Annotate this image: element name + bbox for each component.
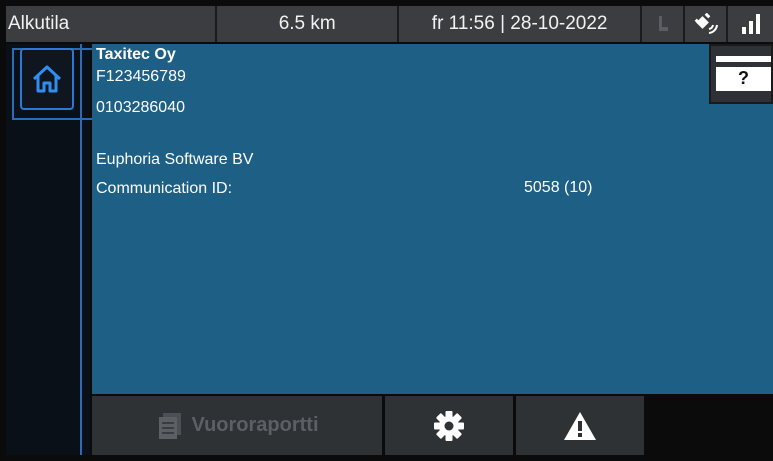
communication-label: Communication ID: bbox=[96, 180, 233, 197]
business-id: F123456789 bbox=[96, 68, 186, 85]
payment-card-icon: ? bbox=[716, 56, 771, 91]
home-button[interactable] bbox=[20, 48, 74, 110]
distance-readout: 6.5 km bbox=[217, 6, 399, 42]
seat-icon bbox=[642, 6, 686, 42]
settings-button[interactable] bbox=[385, 396, 516, 455]
screen: Alkutila 6.5 km fr 11:56 | 28-10-2022 Ta… bbox=[0, 0, 773, 461]
card-help-button[interactable]: ? bbox=[709, 44, 773, 104]
signal-icon bbox=[728, 6, 773, 42]
sidebar bbox=[6, 44, 92, 455]
state-label: Alkutila bbox=[6, 6, 218, 42]
card-help-label: ? bbox=[738, 68, 749, 88]
company-name: Taxitec Oy bbox=[96, 46, 176, 63]
shift-report-button[interactable]: Vuororaportti bbox=[92, 396, 385, 455]
home-icon bbox=[32, 65, 62, 93]
datetime-readout: fr 11:56 | 28-10-2022 bbox=[398, 6, 643, 42]
gps-icon bbox=[685, 6, 729, 42]
document-stack-icon bbox=[159, 412, 182, 439]
vendor-name: Euphoria Software BV bbox=[96, 151, 254, 168]
bottom-empty-slot bbox=[647, 396, 773, 455]
warning-icon bbox=[564, 411, 596, 440]
device-id: 0103286040 bbox=[96, 99, 185, 116]
info-panel: Taxitec Oy F123456789 0103286040 Euphori… bbox=[92, 44, 773, 394]
shift-report-label: Vuororaportti bbox=[191, 414, 319, 436]
status-bar: Alkutila 6.5 km fr 11:56 | 28-10-2022 bbox=[6, 6, 773, 42]
communication-value: 5058 (10) bbox=[524, 179, 593, 196]
warning-button[interactable] bbox=[516, 396, 647, 455]
gear-icon bbox=[434, 410, 464, 441]
bottom-toolbar: Vuororaportti bbox=[92, 396, 773, 455]
